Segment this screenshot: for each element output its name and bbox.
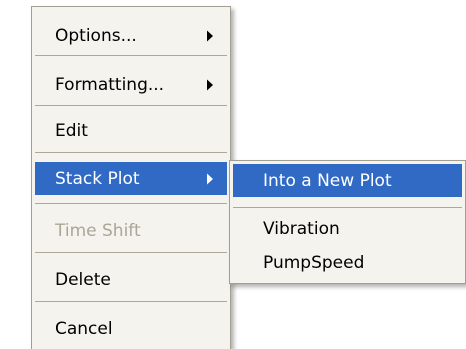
stack-plot-submenu: Into a New Plot Vibration PumpSpeed (229, 160, 466, 284)
menu-separator (35, 55, 227, 56)
menu-item-label: Stack Plot (55, 168, 140, 189)
submenu-arrow-icon (207, 30, 213, 41)
submenu-arrow-icon (207, 79, 213, 90)
menu-item-label: Edit (55, 120, 88, 141)
menu-separator (233, 207, 462, 208)
submenu-item-into-new-plot[interactable]: Into a New Plot (233, 164, 462, 197)
menu-item-formatting[interactable]: Formatting... (35, 68, 227, 101)
menu-separator (35, 105, 227, 106)
menu-separator (35, 152, 227, 153)
menu-item-cancel[interactable]: Cancel (35, 312, 227, 345)
menu-separator (35, 203, 227, 204)
menu-item-delete[interactable]: Delete (35, 263, 227, 296)
menu-item-edit[interactable]: Edit (35, 114, 227, 147)
menu-item-label: Options... (55, 25, 137, 46)
menu-item-stack-plot[interactable]: Stack Plot (35, 162, 227, 195)
submenu-item-label: Vibration (263, 218, 340, 239)
submenu-item-vibration[interactable]: Vibration (233, 212, 462, 245)
submenu-item-label: Into a New Plot (263, 170, 392, 191)
context-menu: Options... Formatting... Edit Stack Plot… (31, 6, 231, 349)
menu-item-label: Delete (55, 269, 111, 290)
submenu-item-pumpspeed[interactable]: PumpSpeed (233, 246, 462, 279)
menu-item-label: Cancel (55, 318, 113, 339)
menu-item-options[interactable]: Options... (35, 19, 227, 52)
menu-item-label: Formatting... (55, 74, 165, 95)
menu-separator (35, 252, 227, 253)
menu-separator (35, 301, 227, 302)
menu-item-time-shift: Time Shift (35, 214, 227, 247)
menu-item-label: Time Shift (55, 220, 141, 241)
submenu-arrow-icon (207, 173, 213, 184)
submenu-item-label: PumpSpeed (263, 252, 365, 273)
